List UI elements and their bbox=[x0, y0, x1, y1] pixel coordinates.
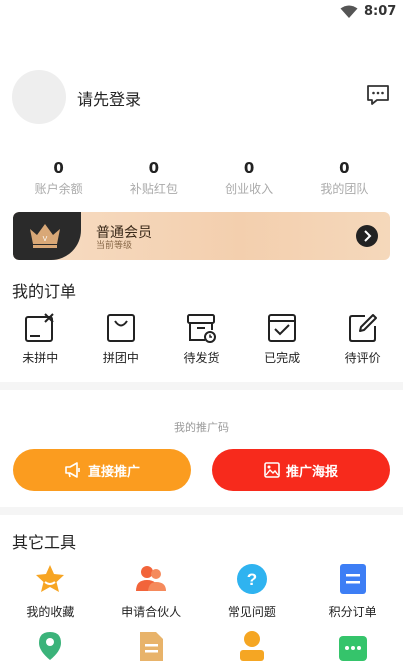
promo-poster-label: 推广海报 bbox=[285, 464, 338, 480]
member-level-card[interactable]: V 普通会员 当前等级 bbox=[13, 212, 390, 260]
stat-value: 0 bbox=[53, 159, 64, 177]
member-subtitle: 当前等级 bbox=[96, 241, 133, 251]
profile-header: 请先登录 bbox=[12, 70, 392, 124]
question-icon: ? bbox=[236, 564, 267, 594]
chat-icon bbox=[338, 636, 367, 661]
svg-text:V: V bbox=[43, 236, 48, 243]
login-prompt[interactable]: 请先登录 bbox=[77, 86, 141, 110]
stat-label: 补贴红包 bbox=[129, 182, 178, 196]
stats-row: 0 账户余额 0 补贴红包 0 创业收入 0 我的团队 bbox=[11, 158, 392, 200]
bag-icon bbox=[106, 314, 135, 342]
stat-value: 0 bbox=[148, 159, 160, 177]
list-icon bbox=[339, 564, 366, 594]
direct-promote-label: 直接推广 bbox=[87, 464, 140, 480]
stat-value: 0 bbox=[243, 159, 255, 177]
tool-label: 我的收藏 bbox=[26, 605, 75, 619]
order-label: 已完成 bbox=[264, 351, 301, 365]
tool-person[interactable] bbox=[202, 630, 303, 661]
tools-row: 我的收藏 申请合伙人 ? 常见问题 积分订单 bbox=[0, 563, 403, 620]
tool-faq[interactable]: ? 常见问题 bbox=[202, 563, 303, 620]
direct-promote-button[interactable]: 直接推广 bbox=[13, 449, 191, 491]
tool-apply-partner[interactable]: 申请合伙人 bbox=[101, 563, 202, 620]
stat-label: 创业收入 bbox=[225, 182, 274, 196]
avatar[interactable] bbox=[12, 70, 66, 124]
status-time: 8:07 bbox=[364, 4, 397, 19]
order-label: 未拼中 bbox=[22, 351, 59, 365]
partners-icon bbox=[136, 566, 167, 591]
message-icon[interactable] bbox=[366, 84, 390, 106]
stat-balance[interactable]: 0 账户余额 bbox=[11, 158, 106, 200]
tool-label: 积分订单 bbox=[328, 605, 377, 619]
order-completed[interactable]: 已完成 bbox=[242, 312, 323, 370]
order-label: 待评价 bbox=[344, 351, 381, 365]
tool-label: 常见问题 bbox=[227, 605, 276, 619]
stat-label: 账户余额 bbox=[34, 182, 83, 196]
tool-favorites[interactable]: 我的收藏 bbox=[0, 563, 101, 620]
order-label: 拼团中 bbox=[102, 351, 139, 365]
section-divider bbox=[0, 382, 403, 390]
status-bar: 8:07 bbox=[0, 0, 403, 26]
box-clock-icon bbox=[187, 314, 217, 343]
tool-label: 申请合伙人 bbox=[121, 605, 182, 619]
crown-icon: V bbox=[30, 224, 60, 248]
orders-title: 我的订单 bbox=[12, 282, 77, 301]
star-icon bbox=[36, 565, 65, 592]
image-icon bbox=[264, 462, 280, 478]
member-badge: V bbox=[13, 212, 81, 260]
section-divider bbox=[0, 507, 403, 515]
unmatched-icon bbox=[25, 313, 55, 342]
stat-team[interactable]: 0 我的团队 bbox=[297, 158, 392, 200]
order-to-ship[interactable]: 待发货 bbox=[161, 312, 242, 370]
person-icon bbox=[239, 631, 264, 661]
order-to-review[interactable]: 待评价 bbox=[322, 312, 403, 370]
location-icon bbox=[39, 632, 62, 660]
chevron-right-icon[interactable] bbox=[356, 225, 378, 247]
document-icon bbox=[140, 632, 164, 661]
tool-location[interactable] bbox=[0, 630, 101, 661]
megaphone-icon bbox=[65, 462, 80, 478]
promo-poster-button[interactable]: 推广海报 bbox=[212, 449, 390, 491]
promo-code-title: 我的推广码 bbox=[174, 421, 229, 434]
wifi-icon bbox=[340, 5, 358, 18]
tools-title: 其它工具 bbox=[12, 533, 77, 552]
orders-row: 未拼中 拼团中 待发货 已完成 待评价 bbox=[0, 312, 403, 370]
tools-row-partial bbox=[0, 630, 403, 661]
stat-value: 0 bbox=[339, 159, 350, 177]
order-unmatched[interactable]: 未拼中 bbox=[0, 312, 81, 370]
check-box-icon bbox=[268, 314, 297, 342]
stat-subsidy[interactable]: 0 补贴红包 bbox=[106, 158, 201, 200]
edit-icon bbox=[348, 314, 377, 342]
svg-text:?: ? bbox=[247, 570, 257, 589]
tool-chat[interactable] bbox=[302, 630, 403, 661]
tool-document[interactable] bbox=[101, 630, 202, 661]
tool-points-orders[interactable]: 积分订单 bbox=[302, 563, 403, 620]
order-label: 待发货 bbox=[183, 351, 220, 365]
order-grouping[interactable]: 拼团中 bbox=[81, 312, 162, 370]
stat-label: 我的团队 bbox=[320, 182, 369, 196]
stat-income[interactable]: 0 创业收入 bbox=[202, 158, 297, 200]
